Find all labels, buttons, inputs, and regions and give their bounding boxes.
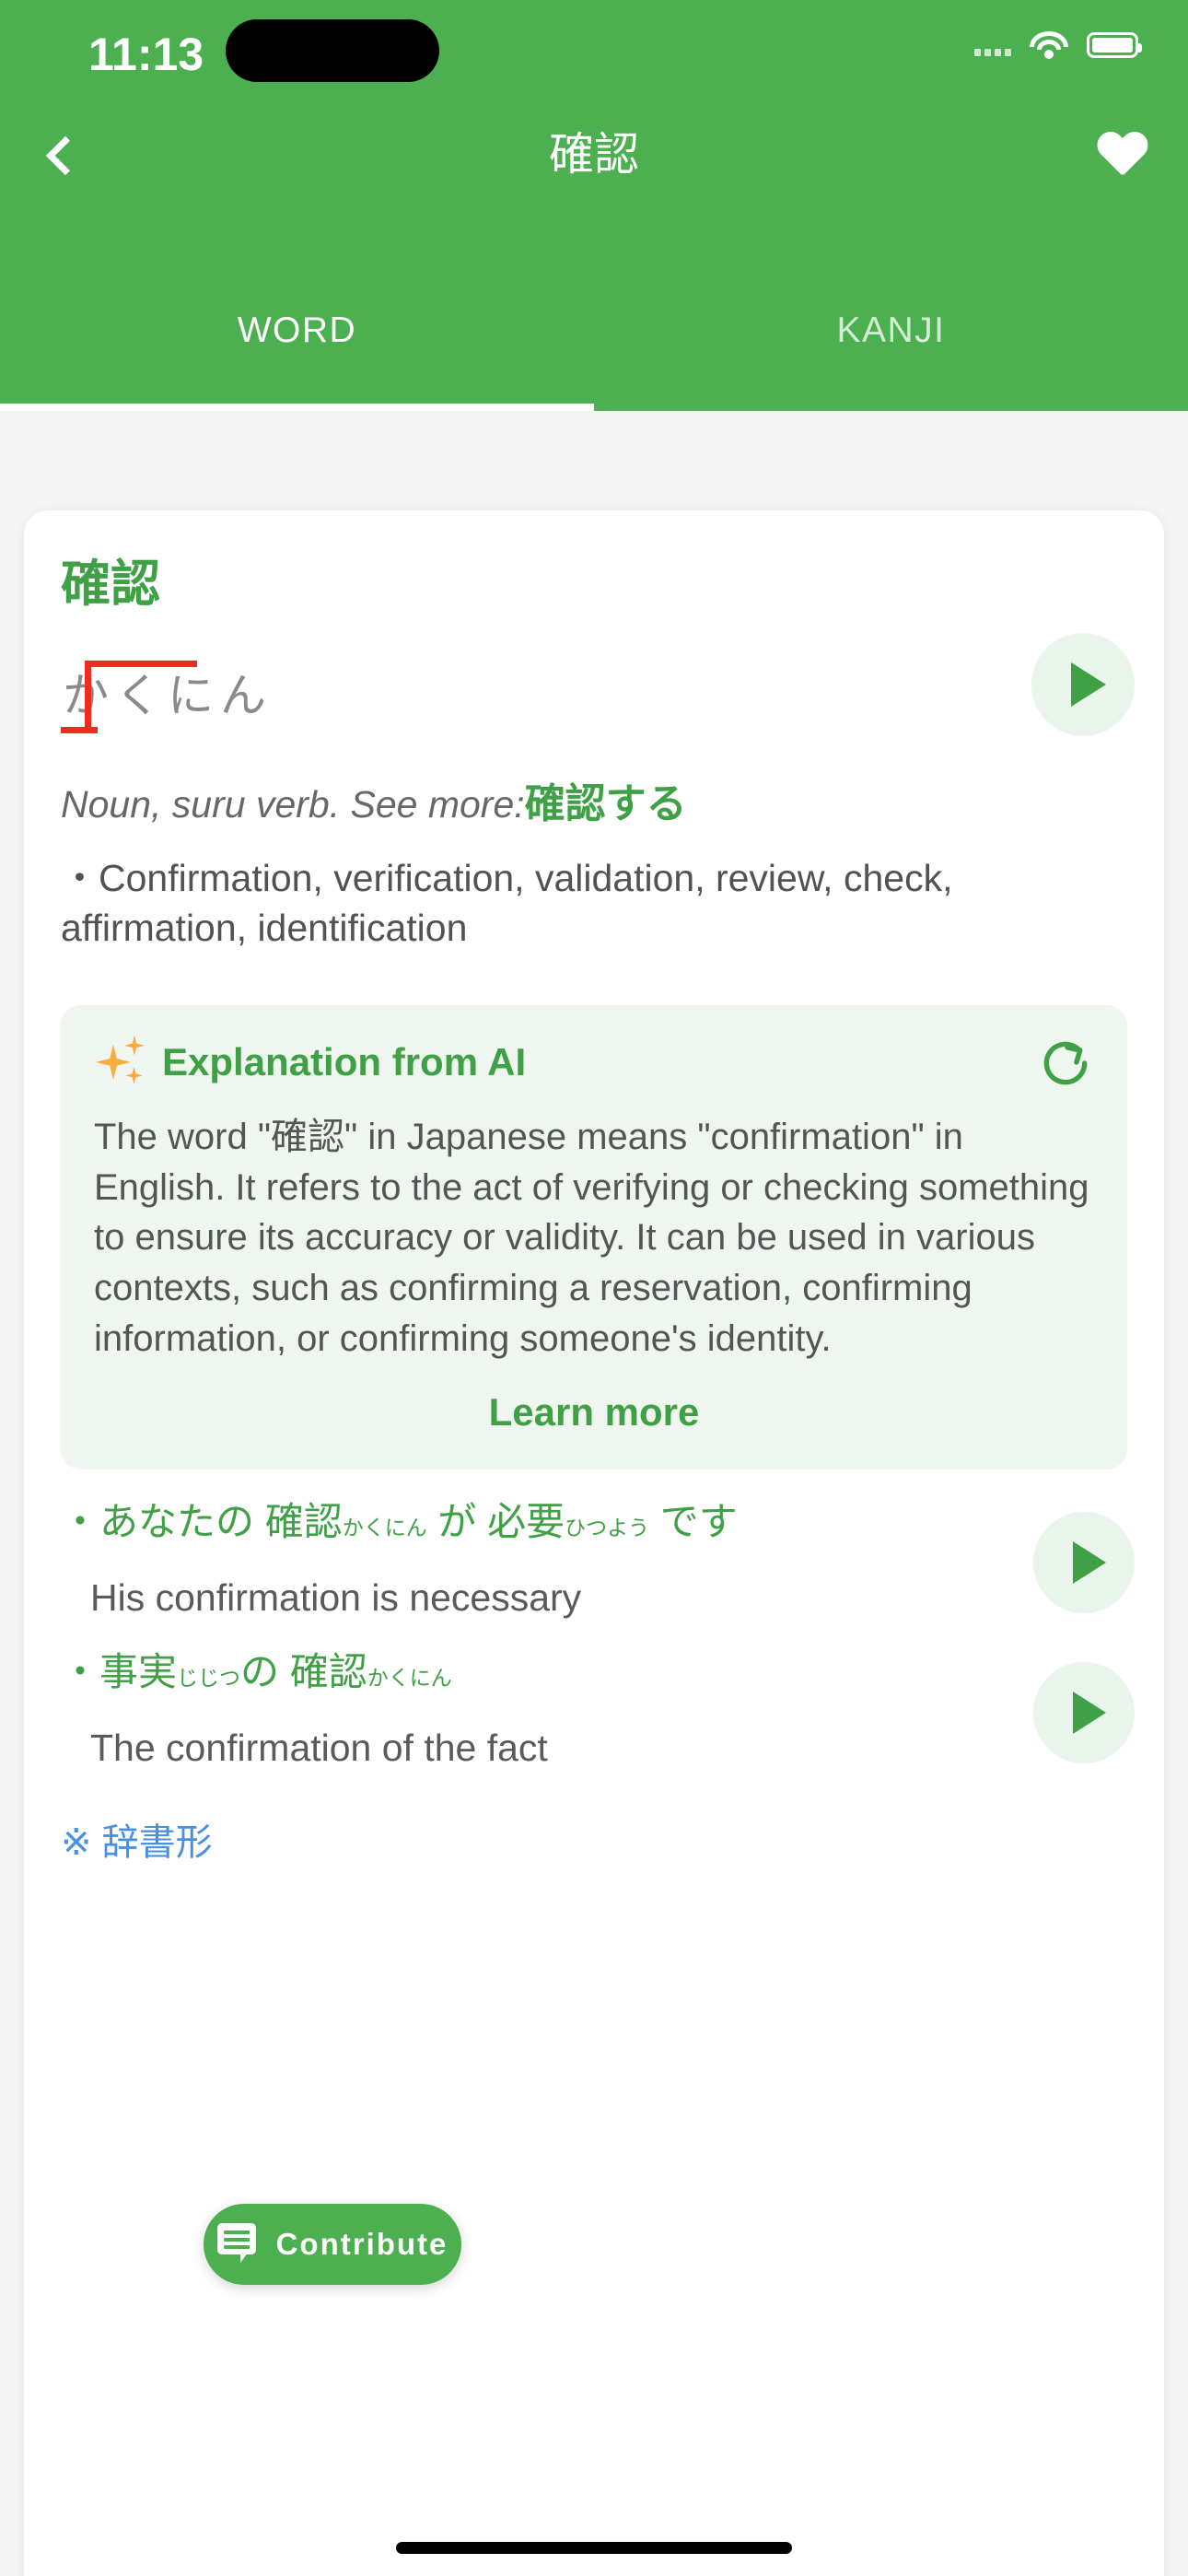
segment-text: 確認: [289, 1650, 367, 1693]
regenerate-button[interactable]: [1037, 1035, 1094, 1092]
tab-kanji[interactable]: KANJI: [594, 267, 1188, 411]
app-header: 11:13 確認 WORD KANJI: [0, 0, 1188, 411]
example-japanese[interactable]: ・事実じじつの 確認かくにん: [61, 1650, 998, 1693]
example-segment: 事実じじつ: [99, 1650, 240, 1693]
tab-word[interactable]: WORD: [0, 267, 594, 411]
ai-explanation-header: Explanation from AI: [94, 1035, 1094, 1089]
ai-explanation-body: The word "確認" in Japanese means "confirm…: [94, 1116, 1089, 1360]
segment-furigana: かくにん: [342, 1515, 427, 1540]
tab-kanji-label: KANJI: [836, 310, 946, 350]
see-more-link[interactable]: 確認する: [525, 781, 687, 826]
sparkles-icon: [94, 1035, 147, 1089]
favorite-button[interactable]: [1081, 114, 1164, 197]
example-segment: が: [437, 1500, 476, 1543]
tab-word-label: WORD: [237, 310, 357, 350]
battery-icon: [1087, 32, 1142, 58]
example-segment: の: [240, 1650, 279, 1693]
learn-more-link[interactable]: Learn more: [94, 1390, 1094, 1434]
ai-explanation-box: Explanation from AI The word "確認" in Jap…: [61, 1004, 1127, 1469]
example-sentence-2: ・事実じじつの 確認かくにん The confirmation of the f…: [61, 1650, 1135, 1770]
play-icon: [1071, 662, 1106, 707]
segment-text: の: [240, 1650, 280, 1693]
heart-filled-icon: [1097, 133, 1148, 179]
dynamic-island: [226, 19, 439, 82]
segment-furigana: ひつよう: [565, 1515, 650, 1540]
example-segment: 確認かくにん: [290, 1650, 452, 1693]
home-indicator: [396, 2542, 792, 2554]
part-of-speech-label: Noun, suru verb. See more:: [61, 782, 525, 825]
example-translation: His confirmation is necessary: [90, 1576, 582, 1619]
cellular-signal-icon: [974, 34, 1011, 56]
example-play-button[interactable]: [1033, 1511, 1135, 1613]
reading-row: かくにん: [61, 632, 1135, 756]
wifi-icon: [1030, 31, 1068, 59]
navigation-bar: 確認: [0, 109, 1188, 201]
example-segment: 必要ひつよう: [487, 1500, 649, 1543]
part-of-speech-line: Noun, suru verb. See more:確認する: [61, 779, 1127, 829]
headword: 確認: [61, 556, 160, 612]
segment-text: あなたの: [99, 1499, 255, 1543]
status-bar-indicators: [974, 31, 1142, 59]
contribute-label: Contribute: [275, 2227, 448, 2261]
segment-text: が: [437, 1499, 477, 1543]
example-play-button[interactable]: [1033, 1662, 1135, 1763]
scroll-content[interactable]: 確認 かくにん Noun, suru verb. See more:確認する ・…: [0, 411, 1188, 2576]
page-title: 確認: [548, 130, 639, 180]
refresh-icon: [1043, 1041, 1088, 1085]
segment-text: 事実: [99, 1650, 178, 1693]
play-audio-button[interactable]: [1031, 632, 1135, 736]
segment-furigana: じじつ: [177, 1666, 241, 1690]
tab-bar: WORD KANJI: [0, 267, 1188, 411]
phone-screen: 11:13 確認 WORD KANJI 確認 かくにん Noun, suru v…: [0, 0, 1188, 2576]
status-bar: 11:13: [0, 0, 1188, 106]
segment-text: です: [659, 1499, 738, 1543]
definition-text: ・Confirmation, verification, validation,…: [61, 856, 953, 950]
ai-explanation-title: Explanation from AI: [162, 1039, 527, 1083]
play-icon: [1073, 1540, 1106, 1584]
word-detail-card: 確認 かくにん Noun, suru verb. See more:確認する ・…: [24, 510, 1164, 2576]
dictionary-form-link[interactable]: ※ 辞書形: [61, 1812, 1127, 1866]
example-bullet: ・: [61, 1650, 100, 1693]
example-segment: あなたの: [99, 1500, 254, 1543]
example-sentence-1: ・あなたの 確認かくにん が 必要ひつよう です His confirmatio…: [61, 1499, 1135, 1620]
example-segment: 確認かくにん: [265, 1500, 427, 1543]
example-translation: The confirmation of the fact: [90, 1727, 548, 1770]
segment-furigana: かくにん: [367, 1666, 452, 1690]
example-japanese[interactable]: ・あなたの 確認かくにん が 必要ひつよう です: [61, 1499, 998, 1543]
example-segment: です: [660, 1500, 738, 1543]
segment-text: 必要: [487, 1499, 565, 1543]
contribute-button[interactable]: Contribute: [204, 2204, 461, 2285]
play-icon: [1073, 1692, 1106, 1734]
pitch-accent-marker: [61, 660, 197, 733]
tab-active-indicator: [0, 404, 594, 411]
example-bullet: ・: [61, 1499, 100, 1543]
segment-text: 確認: [264, 1499, 343, 1543]
comment-bubble-icon: [216, 2223, 260, 2266]
